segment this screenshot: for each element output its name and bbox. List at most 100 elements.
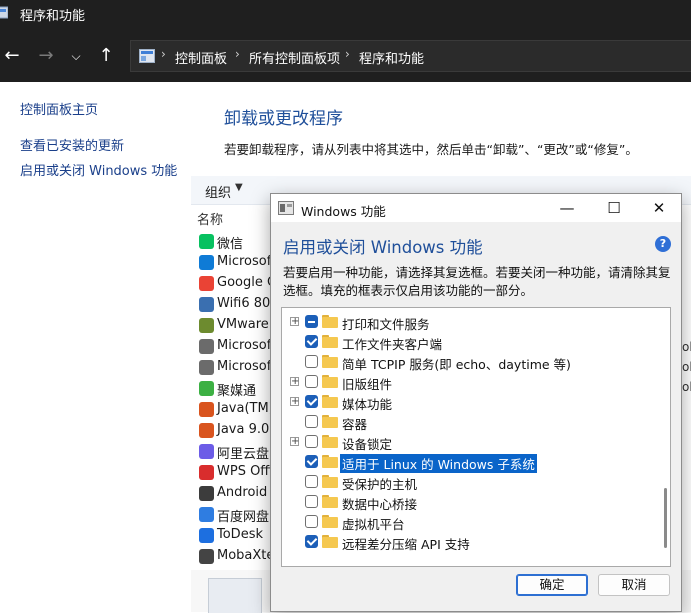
feature-item[interactable]: + 媒体功能	[282, 392, 658, 412]
list-item[interactable]: Microsoft	[197, 336, 277, 358]
list-item[interactable]: MobaXte	[197, 546, 277, 568]
up-arrow-icon[interactable]: ↑	[94, 44, 118, 68]
column-header-name[interactable]: 名称	[197, 209, 223, 228]
program-icon	[199, 549, 214, 564]
window-titlebar: 程序和功能	[0, 0, 691, 30]
feature-checkbox[interactable]	[305, 455, 318, 468]
column-fragment: ol	[682, 360, 691, 374]
scrollbar-thumb[interactable]	[664, 488, 667, 548]
feature-item[interactable]: 容器	[282, 412, 658, 432]
recent-chevron-icon[interactable]: ⌵	[64, 44, 88, 68]
program-icon	[199, 507, 214, 522]
list-item[interactable]: 微信	[197, 231, 277, 253]
ok-button[interactable]: 确定	[516, 574, 588, 596]
feature-label: 数据中心桥接	[342, 497, 418, 512]
folder-icon	[322, 335, 338, 348]
feature-checkbox[interactable]	[305, 535, 318, 548]
folder-icon	[322, 375, 338, 388]
list-item[interactable]: Java(TM)	[197, 399, 277, 421]
breadcrumb-separator-icon: ›	[345, 47, 350, 61]
feature-checkbox[interactable]	[305, 515, 318, 528]
program-name: MobaXte	[217, 548, 275, 563]
sidebar-link-windows-features[interactable]: 启用或关闭 Windows 功能	[20, 160, 177, 179]
folder-icon	[322, 535, 338, 548]
folder-icon	[322, 515, 338, 528]
feature-item[interactable]: 工作文件夹客户端	[282, 332, 658, 352]
minimize-icon[interactable]: —	[547, 196, 587, 220]
list-item[interactable]: 阿里云盘	[197, 441, 277, 463]
help-icon[interactable]: ?	[655, 236, 671, 252]
feature-label: 媒体功能	[342, 397, 393, 412]
breadcrumb-all-items[interactable]: 所有控制面板项	[249, 48, 340, 67]
breadcrumb-control-panel[interactable]: 控制面板	[175, 48, 227, 67]
feature-label: 工作文件夹客户端	[342, 337, 443, 352]
folder-icon	[322, 495, 338, 508]
program-name: ToDesk	[217, 527, 263, 542]
feature-checkbox[interactable]	[305, 415, 318, 428]
list-item[interactable]: Wifi6 802	[197, 294, 277, 316]
feature-checkbox[interactable]	[305, 495, 318, 508]
feature-checkbox[interactable]	[305, 375, 318, 388]
feature-item[interactable]: + 旧版组件	[282, 372, 658, 392]
program-icon	[199, 234, 214, 249]
feature-item[interactable]: 虚拟机平台	[282, 512, 658, 532]
folder-icon	[322, 395, 338, 408]
program-icon	[199, 381, 214, 396]
feature-item[interactable]: + 设备锁定	[282, 432, 658, 452]
sidebar-link-installed-updates[interactable]: 查看已安装的更新	[20, 135, 124, 154]
feature-label: 设备锁定	[342, 437, 393, 452]
list-item[interactable]: Microsoft	[197, 357, 277, 379]
list-item[interactable]: Android S	[197, 483, 277, 505]
feature-item[interactable]: 受保护的主机	[282, 472, 658, 492]
program-name: Java 9.0.1	[217, 422, 277, 437]
feature-item[interactable]: 简单 TCPIP 服务(即 echo、daytime 等)	[282, 352, 658, 372]
program-icon	[199, 339, 214, 354]
breadcrumb-separator-icon: ›	[235, 47, 240, 61]
back-arrow-icon[interactable]: ←	[0, 44, 24, 68]
feature-checkbox[interactable]	[305, 435, 318, 448]
list-item[interactable]: 聚媒通	[197, 378, 277, 400]
breadcrumb-programs[interactable]: 程序和功能	[359, 48, 424, 67]
feature-item[interactable]: 数据中心桥接	[282, 492, 658, 512]
list-item[interactable]: Microsoft	[197, 252, 277, 274]
dialog-heading: 启用或关闭 Windows 功能	[283, 238, 483, 257]
feature-item[interactable]: + 打印和文件服务	[282, 312, 658, 332]
feature-label: 受保护的主机	[342, 477, 418, 492]
program-icon	[199, 486, 214, 501]
expand-icon[interactable]: +	[290, 317, 299, 327]
feature-label: 容器	[342, 417, 368, 432]
feature-checkbox[interactable]	[305, 355, 318, 368]
maximize-icon[interactable]: ☐	[594, 196, 634, 220]
program-name: Microsoft	[217, 359, 277, 374]
folder-icon	[322, 435, 338, 448]
expand-icon[interactable]: +	[290, 437, 299, 447]
program-name: Google C	[217, 275, 277, 290]
feature-checkbox[interactable]	[305, 315, 318, 328]
address-bar[interactable]: › 控制面板 › 所有控制面板项 › 程序和功能	[130, 40, 691, 72]
forward-arrow-icon[interactable]: →	[34, 44, 58, 68]
feature-checkbox[interactable]	[305, 475, 318, 488]
features-tree[interactable]: + 打印和文件服务工作文件夹客户端 简单 TCPIP 服务(即 echo、dayti…	[281, 307, 671, 567]
column-fragment: ol	[682, 380, 691, 394]
sidebar-link-home[interactable]: 控制面板主页	[20, 99, 98, 118]
feature-item[interactable]: 适用于 Linux 的 Windows 子系统	[282, 452, 658, 473]
list-item[interactable]: WPS Offic	[197, 462, 277, 484]
close-icon[interactable]: ✕	[639, 196, 679, 220]
list-item[interactable]: Google C	[197, 273, 277, 295]
list-item[interactable]: Java 9.0.1	[197, 420, 277, 442]
expand-icon[interactable]: +	[290, 377, 299, 387]
expand-icon[interactable]: +	[290, 397, 299, 407]
list-item[interactable]: ToDesk	[197, 525, 277, 547]
organize-button[interactable]: 组织	[205, 182, 231, 201]
program-name: Wifi6 802	[217, 296, 277, 311]
feature-checkbox[interactable]	[305, 335, 318, 348]
feature-label: 适用于 Linux 的 Windows 子系统	[340, 454, 537, 473]
feature-checkbox[interactable]	[305, 395, 318, 408]
cancel-button[interactable]: 取消	[598, 574, 670, 596]
list-item[interactable]: VMware W	[197, 315, 277, 337]
program-icon	[199, 528, 214, 543]
dialog-titlebar: Windows 功能 — ☐ ✕	[271, 194, 681, 222]
list-item[interactable]: 百度网盘	[197, 504, 277, 526]
program-large-icon	[208, 578, 262, 613]
feature-item[interactable]: 远程差分压缩 API 支持	[282, 532, 658, 552]
